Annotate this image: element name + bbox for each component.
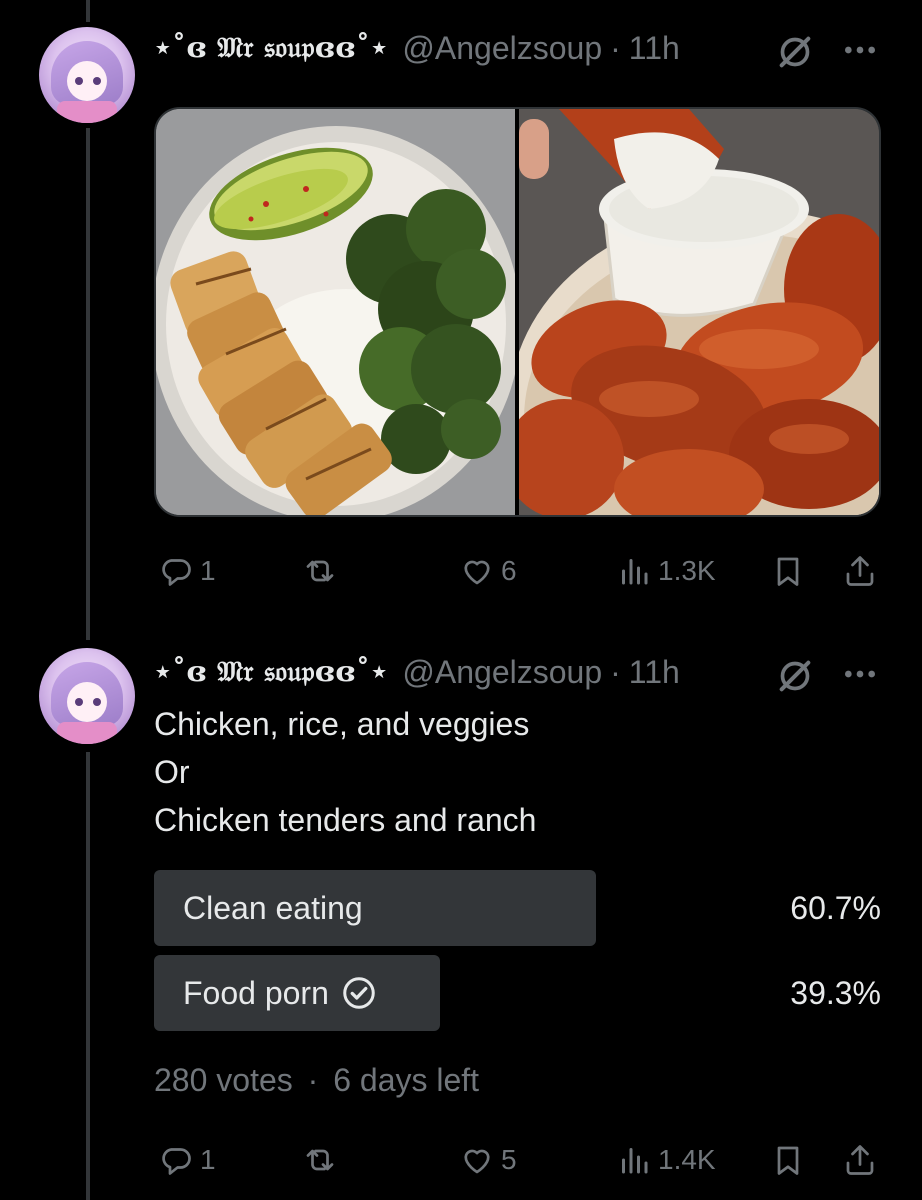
thread-line-bottom (86, 752, 90, 1200)
tweet-text-line: Chicken, rice, and veggies (154, 706, 530, 742)
poll-option-clean-eating[interactable]: Clean eating 60.7% (154, 870, 881, 946)
tenders-illustration (519, 109, 879, 515)
grok-icon[interactable] (775, 32, 815, 72)
media-image-bowl[interactable] (156, 109, 516, 515)
handle[interactable]: @Angelzsoup (402, 30, 602, 67)
action-bar: 1 5 1.4K (154, 1138, 881, 1182)
like-button[interactable]: 5 (459, 1138, 517, 1182)
avatar[interactable] (39, 648, 135, 744)
reply-count: 1 (200, 555, 216, 586)
share-button[interactable] (842, 1138, 878, 1182)
bookmark-button[interactable] (770, 549, 806, 593)
media-grid[interactable] (154, 107, 881, 517)
handle[interactable]: @Angelzsoup (402, 654, 602, 691)
reply-count: 1 (200, 1144, 216, 1175)
repost-button[interactable] (302, 1138, 344, 1182)
check-circle-icon (343, 977, 375, 1009)
poll-option-percent: 60.7% (790, 889, 881, 926)
separator: · (610, 29, 621, 66)
display-name[interactable]: ⋆˚ɞ 𝔐𝔯 𝔰𝔬𝔲𝔭ɞɞ˚⋆ (154, 655, 388, 689)
like-count: 5 (501, 1144, 517, 1175)
share-icon (846, 556, 874, 586)
tweet-text-line: Or (154, 754, 190, 790)
like-button[interactable]: 6 (459, 549, 517, 593)
share-icon (846, 1145, 874, 1175)
avatar[interactable] (39, 27, 135, 123)
separator: · (307, 1062, 319, 1098)
share-button[interactable] (842, 549, 878, 593)
more-icon[interactable] (840, 654, 880, 694)
poll-option-percent: 39.3% (790, 974, 881, 1011)
display-name[interactable]: ⋆˚ɞ 𝔐𝔯 𝔰𝔬𝔲𝔭ɞɞ˚⋆ (154, 31, 388, 65)
timestamp[interactable]: 11h (629, 654, 680, 691)
view-count: 1.3K (658, 555, 716, 586)
tweet-header: ⋆˚ɞ 𝔐𝔯 𝔰𝔬𝔲𝔭ɞɞ˚⋆ @Angelzsoup · 11h (154, 28, 680, 68)
views-button[interactable]: 1.3K (616, 549, 716, 593)
view-count: 1.4K (658, 1144, 716, 1175)
bookmark-icon (777, 1146, 799, 1175)
reply-button[interactable]: 1 (158, 1138, 216, 1182)
thread-line-top (86, 0, 90, 22)
heart-icon (464, 560, 490, 585)
media-image-tenders[interactable] (519, 109, 879, 515)
poll-votes: 280 votes (154, 1062, 293, 1098)
tweet-header: ⋆˚ɞ 𝔐𝔯 𝔰𝔬𝔲𝔭ɞɞ˚⋆ @Angelzsoup · 11h (154, 652, 680, 692)
reply-button[interactable]: 1 (158, 549, 216, 593)
timestamp[interactable]: 11h (629, 30, 680, 67)
reply-icon (162, 559, 191, 586)
thread-line-between (86, 128, 90, 640)
grok-icon[interactable] (775, 656, 815, 696)
poll-time-left: 6 days left (333, 1062, 480, 1098)
heart-icon (464, 1149, 490, 1174)
views-button[interactable]: 1.4K (616, 1138, 716, 1182)
separator: · (610, 653, 621, 690)
poll-option-food-porn[interactable]: Food porn 39.3% (154, 955, 881, 1031)
poll-option-label: Food porn (183, 974, 329, 1011)
bookmark-button[interactable] (770, 1138, 806, 1182)
poll-meta: 280 votes · 6 days left (154, 1062, 479, 1099)
bookmark-icon (777, 557, 799, 586)
analytics-icon (622, 1148, 648, 1174)
tweet-text-line: Chicken tenders and ranch (154, 802, 537, 838)
like-count: 6 (501, 555, 517, 586)
bowl-illustration (156, 109, 516, 515)
tweet-text: Chicken, rice, and veggies Or Chicken te… (154, 700, 536, 844)
repost-icon (306, 560, 334, 582)
analytics-icon (622, 559, 648, 585)
repost-button[interactable] (302, 549, 344, 593)
reply-icon (162, 1148, 191, 1175)
poll-option-label: Clean eating (183, 889, 363, 926)
repost-icon (306, 1149, 334, 1171)
more-icon[interactable] (840, 30, 880, 70)
action-bar: 1 6 1.3K (154, 549, 881, 593)
